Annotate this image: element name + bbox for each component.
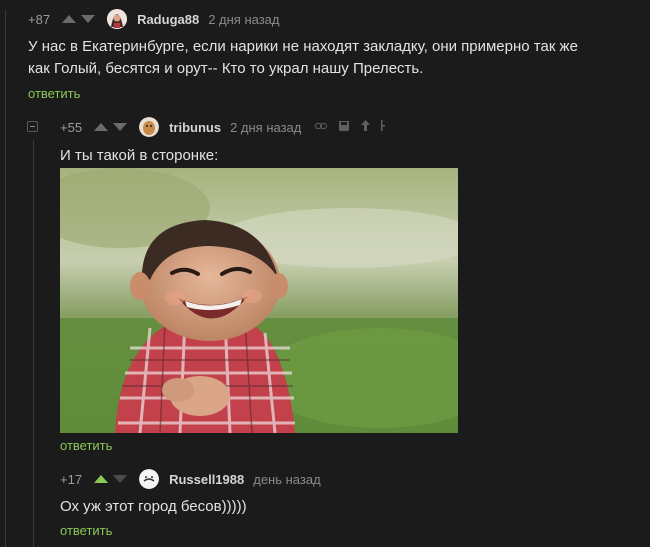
reply-link[interactable]: ответить xyxy=(60,438,112,453)
link-icon-svg xyxy=(315,123,328,129)
save-icon[interactable] xyxy=(339,120,350,134)
avatar[interactable] xyxy=(139,117,160,137)
downvote-arrow-icon[interactable] xyxy=(113,475,128,483)
comment-raduga88: +87 Raduga88 2 дня назад У нас в Екатери… xyxy=(0,0,650,110)
downvote-arrow-icon[interactable] xyxy=(113,123,128,131)
comment-username[interactable]: Raduga88 xyxy=(137,12,199,27)
upvote-arrow-icon[interactable] xyxy=(62,15,77,23)
comment-time[interactable]: 2 дня назад xyxy=(208,12,279,27)
upvote-arrow-icon[interactable] xyxy=(94,123,109,131)
avatar-raduga-icon xyxy=(107,9,128,29)
up-icon-svg xyxy=(361,120,371,131)
avatar-tribunus-icon xyxy=(139,117,160,137)
comment-text: У нас в Екатеринбурге, если нарики не на… xyxy=(28,38,578,77)
comment-rating: +17 xyxy=(60,471,83,487)
comment-image[interactable] xyxy=(60,168,458,433)
comment-text: Ох уж этот город бесов))))) xyxy=(60,498,247,515)
comment-username[interactable]: tribunus xyxy=(169,120,221,135)
comment-header: +55 tribunus 2 дня назад xyxy=(60,117,386,137)
comment-header: +17 Russell1988 день назад xyxy=(60,469,321,489)
comment-header: +87 Raduga88 2 дня назад xyxy=(28,9,280,29)
reply-link[interactable]: ответить xyxy=(28,86,80,101)
more-icon[interactable] xyxy=(380,120,386,134)
comment-russell1988: +17 Russell1988 день назад Ох уж этот го… xyxy=(0,460,650,547)
comment-text: И ты такой в сторонке: xyxy=(60,147,219,164)
save-icon-svg xyxy=(339,120,350,131)
collapse-icon[interactable] xyxy=(27,121,38,132)
reply-link[interactable]: ответить xyxy=(60,523,112,538)
comment-time[interactable]: день назад xyxy=(253,472,320,487)
comment-username[interactable]: Russell1988 xyxy=(169,472,244,487)
comment-tribunus: +55 tribunus 2 дня назад И ты такой в ст… xyxy=(0,110,650,460)
downvote-arrow-icon[interactable] xyxy=(81,15,96,23)
up-icon[interactable] xyxy=(361,120,371,134)
evil-kid-photo xyxy=(60,168,458,433)
avatar-russell-icon xyxy=(139,469,160,489)
upvote-arrow-icon[interactable] xyxy=(94,475,109,483)
avatar[interactable] xyxy=(107,9,128,29)
link-icon[interactable] xyxy=(315,121,328,133)
more-icon-svg xyxy=(381,120,386,131)
comment-time[interactable]: 2 дня назад xyxy=(230,120,301,135)
comment-rating: +55 xyxy=(60,119,83,135)
avatar[interactable] xyxy=(139,469,160,489)
comment-rating: +87 xyxy=(28,11,51,27)
